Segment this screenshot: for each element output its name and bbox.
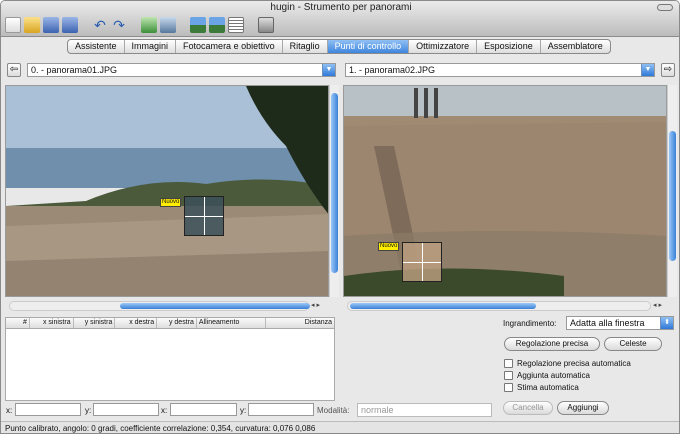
new-point-label: Nuovo [378, 242, 400, 251]
right-horizontal-scrollbar[interactable] [347, 301, 651, 311]
title-bar: hugin - Strumento per panorami ↶ ↷ [1, 1, 679, 37]
y1-label: y: [85, 406, 92, 415]
tab-assemblatore[interactable]: Assemblatore [541, 40, 610, 53]
mode-select-value: normale [361, 405, 394, 415]
tab-ottimizzatore[interactable]: Ottimizzatore [409, 40, 478, 53]
open-file-icon[interactable] [24, 17, 40, 33]
auto-fine-tune-checkbox[interactable]: Regolazione precisa automatica [504, 359, 631, 368]
fast-preview-icon[interactable] [209, 17, 225, 33]
toolbar-toggle-button[interactable] [657, 4, 673, 11]
add-image-icon[interactable] [141, 17, 157, 33]
checkbox-box[interactable] [504, 371, 513, 380]
zoom-select-value: Adatta alla finestra [570, 318, 645, 328]
y1-field[interactable] [93, 403, 159, 416]
tab-ritaglio[interactable]: Ritaglio [283, 40, 328, 53]
left-control-point-marker[interactable] [184, 196, 224, 236]
fine-tune-button[interactable]: Regolazione precisa [504, 337, 600, 351]
column-header[interactable]: y sinistra [74, 318, 116, 328]
left-vertical-scrollbar[interactable] [329, 85, 339, 297]
scroll-thumb[interactable] [120, 303, 310, 309]
cancel-button[interactable]: Cancella [503, 401, 553, 415]
right-vertical-scrollbar[interactable] [667, 85, 677, 297]
checkbox-box[interactable] [504, 383, 513, 392]
auto-estimate-checkbox[interactable]: Stima automatica [504, 383, 579, 392]
table-header: # x sinistra y sinistra x destra y destr… [6, 318, 334, 329]
undo-icon[interactable]: ↶ [92, 17, 108, 33]
checkbox-label: Regolazione precisa automatica [517, 359, 631, 368]
zoom-select[interactable]: Adatta alla finestra ⬍ [566, 316, 674, 330]
tab-bar: Assistente Immagini Fotocamera e obietti… [67, 39, 611, 54]
control-points-table[interactable]: # x sinistra y sinistra x destra y destr… [5, 317, 335, 401]
main-window: hugin - Strumento per panorami ↶ ↷ Assis… [0, 0, 680, 434]
tab-immagini[interactable]: Immagini [125, 40, 177, 53]
tab-esposizione[interactable]: Esposizione [477, 40, 541, 53]
right-image-select-value: 1. - panorama02.JPG [349, 65, 436, 75]
chevron-down-icon: ▼ [322, 64, 335, 76]
layout-icon[interactable] [228, 17, 244, 33]
chevron-down-icon: ▼ [641, 64, 654, 76]
right-image-select[interactable]: 1. - panorama02.JPG ▼ [345, 63, 655, 77]
x1-field[interactable] [15, 403, 81, 416]
scroll-thumb[interactable] [350, 303, 536, 309]
scroll-thumb[interactable] [669, 131, 676, 261]
y2-field[interactable] [248, 403, 314, 416]
checkbox-box[interactable] [504, 359, 513, 368]
left-image-select[interactable]: 0. - panorama01.JPG ▼ [27, 63, 336, 77]
save-as-icon[interactable] [62, 17, 78, 33]
next-image-button[interactable]: ⇨ [661, 63, 675, 77]
right-control-point-marker[interactable] [402, 242, 442, 282]
x1-label: x: [6, 406, 13, 415]
toolbar: ↶ ↷ [5, 14, 275, 36]
prev-image-button[interactable]: ⇦ [7, 63, 21, 77]
mode-select[interactable]: normale [357, 403, 492, 417]
toolbar-separator [81, 17, 89, 33]
window-title: hugin - Strumento per panorami [270, 2, 412, 13]
left-horizontal-scrollbar[interactable] [9, 301, 310, 311]
celeste-button[interactable]: Celeste [604, 337, 662, 351]
y2-label: y: [240, 406, 247, 415]
save-icon[interactable] [43, 17, 59, 33]
preview-icon[interactable] [190, 17, 206, 33]
x2-label: x: [161, 406, 168, 415]
add-button[interactable]: Aggiungi [557, 401, 609, 415]
add-series-icon[interactable] [160, 17, 176, 33]
batch-icon[interactable] [258, 17, 274, 33]
toolbar-separator [179, 17, 187, 33]
checkbox-label: Stima automatica [517, 383, 579, 392]
column-header[interactable]: y destra [157, 318, 197, 328]
left-scroll-arrows[interactable]: ◂ ▸ [311, 301, 320, 309]
toolbar-separator [130, 17, 138, 33]
scroll-thumb[interactable] [331, 93, 338, 273]
column-header[interactable]: # [6, 318, 30, 328]
auto-add-checkbox[interactable]: Aggiunta automatica [504, 371, 590, 380]
toolbar-separator [247, 17, 255, 33]
x2-field[interactable] [170, 403, 237, 416]
left-panorama-image [6, 86, 328, 296]
right-scroll-arrows[interactable]: ◂ ▸ [653, 301, 662, 309]
chevron-up-down-icon: ⬍ [660, 317, 673, 329]
left-image-view[interactable]: Nuovo [5, 85, 329, 297]
column-header[interactable]: x sinistra [30, 318, 74, 328]
column-header[interactable]: x destra [115, 318, 158, 328]
left-image-select-value: 0. - panorama01.JPG [31, 65, 118, 75]
redo-icon[interactable]: ↷ [111, 17, 127, 33]
mode-label: Modalità: [317, 406, 350, 415]
column-header[interactable]: Distanza [266, 318, 334, 328]
status-bar: Punto calibrato, angolo: 0 gradi, coeffi… [1, 421, 679, 433]
new-file-icon[interactable] [5, 17, 21, 33]
checkbox-label: Aggiunta automatica [517, 371, 590, 380]
tab-assistente[interactable]: Assistente [68, 40, 125, 53]
tab-punti-di-controllo[interactable]: Punti di controllo [327, 40, 410, 53]
right-panorama-image [344, 86, 666, 296]
tab-fotocamera[interactable]: Fotocamera e obiettivo [176, 40, 283, 53]
column-header[interactable]: Allineamento [197, 318, 267, 328]
right-image-view[interactable]: Nuovo [343, 85, 667, 297]
zoom-label: Ingrandimento: [503, 319, 557, 328]
new-point-label: Nuovo [160, 198, 182, 207]
